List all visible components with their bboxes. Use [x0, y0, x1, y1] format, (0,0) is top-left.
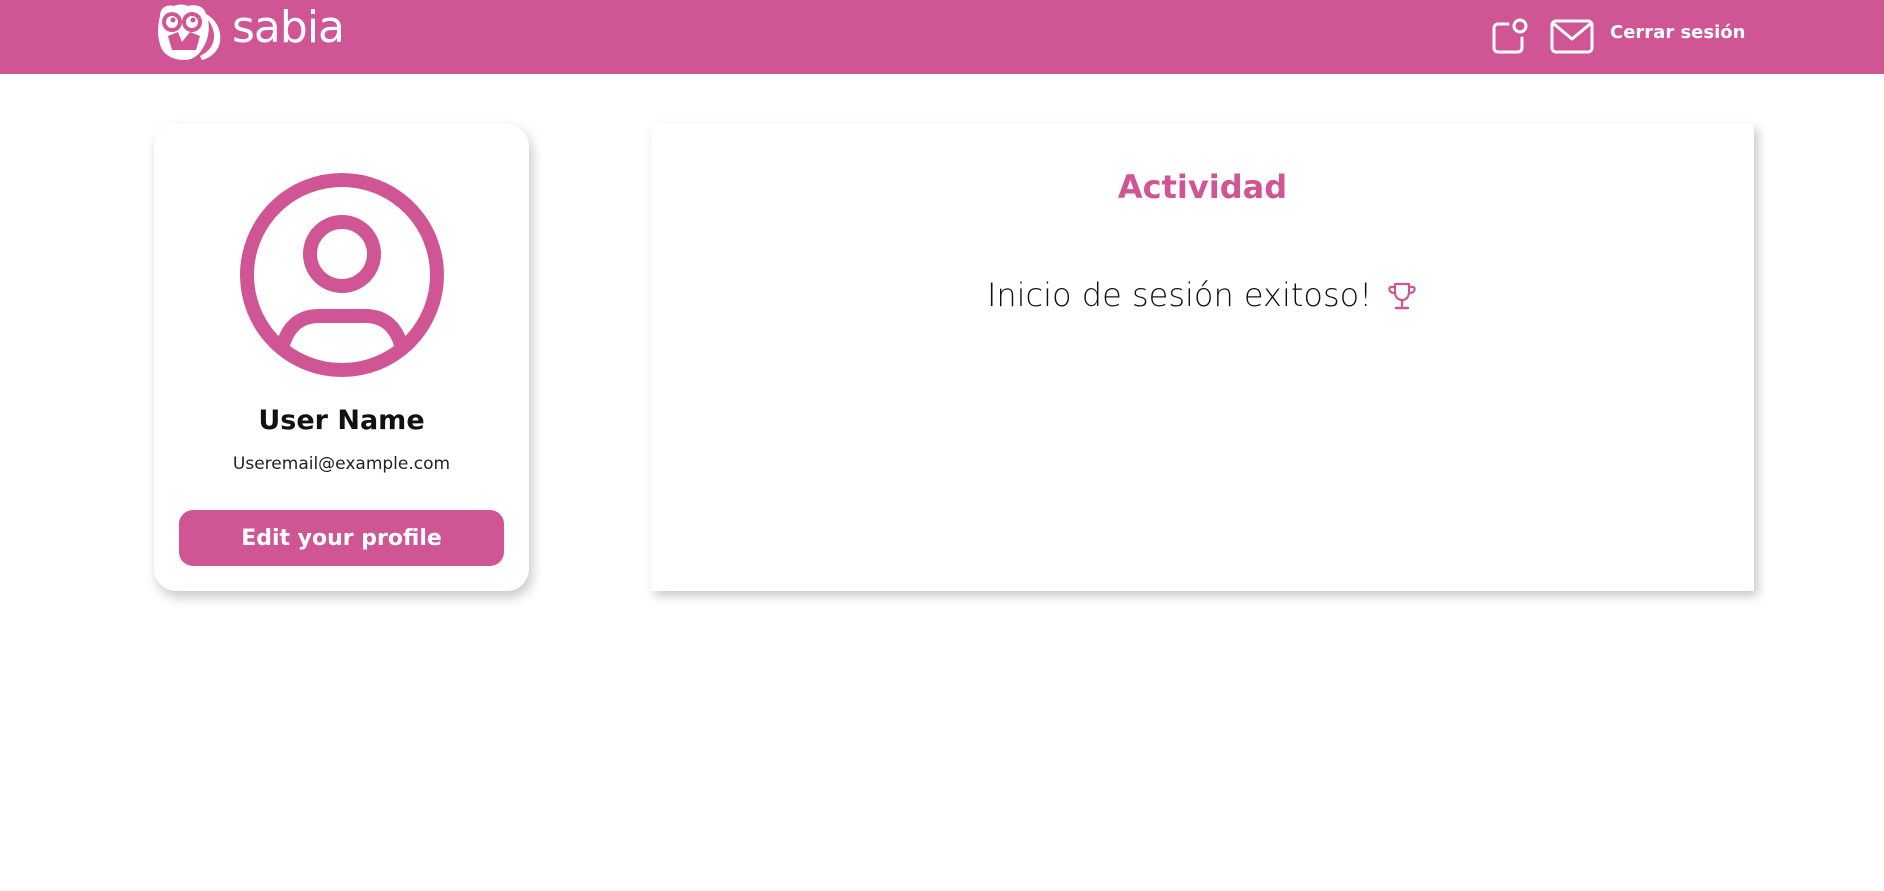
logout-link[interactable]: Cerrar sesión: [1610, 22, 1745, 43]
activity-item: Inicio de sesión exitoso!: [651, 276, 1754, 314]
brand-name: sabia: [232, 2, 345, 53]
activity-title: Actividad: [1117, 168, 1288, 206]
top-navbar: sabia Cerrar sesión: [0, 0, 1884, 74]
user-name: User Name: [258, 405, 425, 436]
user-circle-icon: [240, 173, 444, 377]
activity-panel: Actividad Inicio de sesión exitoso!: [651, 124, 1754, 591]
owl-logo-icon: [158, 4, 221, 60]
brand-logo[interactable]: sabia: [154, 2, 345, 62]
activity-message: Inicio de sesión exitoso!: [986, 276, 1373, 314]
trophy-icon: [1388, 282, 1416, 310]
user-email: Useremail@example.com: [232, 454, 451, 474]
mail-icon[interactable]: [1550, 18, 1594, 56]
notification-icon[interactable]: [1490, 16, 1530, 56]
edit-profile-button[interactable]: Edit your profile: [179, 510, 504, 566]
profile-card: User Name Useremail@example.com Edit you…: [154, 124, 529, 591]
